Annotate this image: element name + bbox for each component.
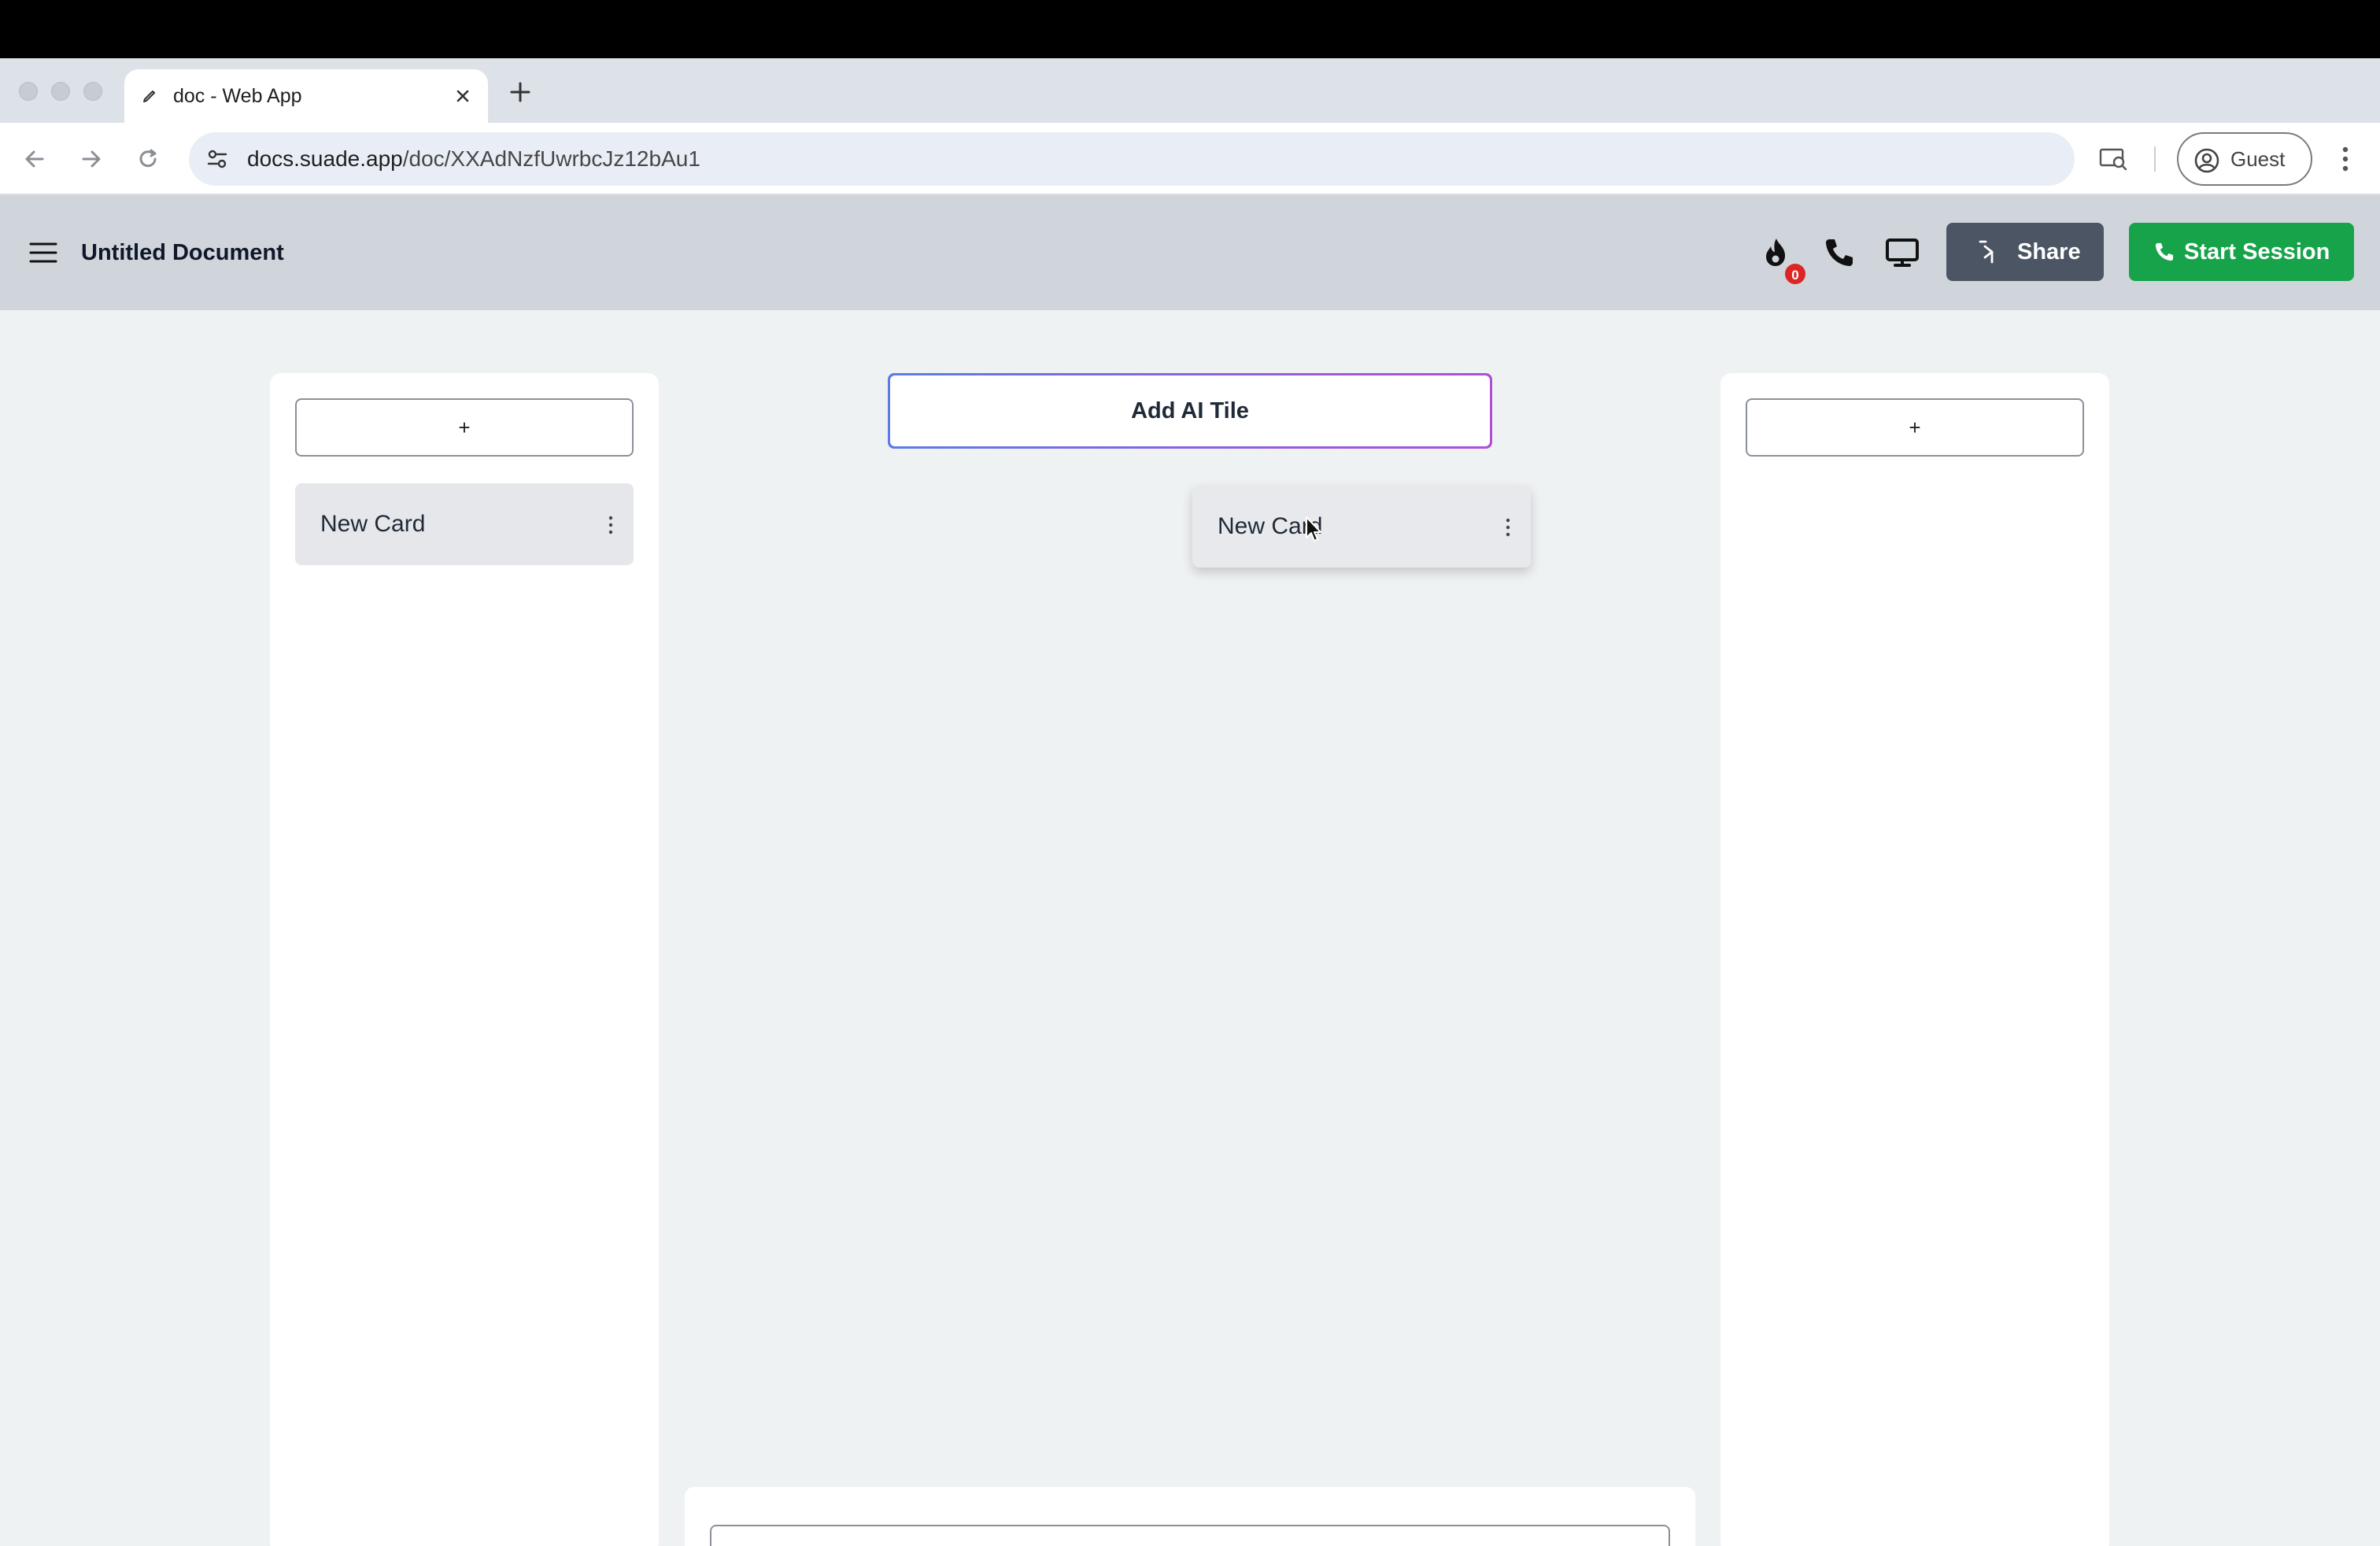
add-ai-tile-label: Add AI Tile [890,375,1490,446]
new-tab-icon[interactable] [505,77,535,107]
browser-toolbar: docs.suade.app/doc/XXAdNzfUwrbcJz12bAu1 … [0,123,2380,195]
cast-search-icon[interactable] [2098,145,2130,173]
more-vertical-icon[interactable] [607,515,615,535]
card-title: New Card [320,511,426,537]
share-arrow-icon [1976,239,2003,265]
window-minimize-control[interactable] [51,82,70,101]
phone-icon[interactable] [1821,235,1857,271]
reload-icon[interactable] [134,145,162,173]
share-label: Share [2017,239,2081,264]
url-path: /doc/XXAdNzfUwrbcJz12bAu1 [402,146,700,171]
streak-count-badge: 0 [1783,262,1807,286]
menu-icon[interactable] [28,241,58,264]
add-card-button[interactable]: + [1746,398,2084,457]
more-vertical-icon[interactable] [1504,517,1512,538]
close-icon[interactable] [452,85,474,107]
back-arrow-icon[interactable] [20,145,49,173]
start-session-button[interactable]: Start Session [2129,223,2354,281]
phone-icon [2153,240,2176,264]
share-button[interactable]: Share [1946,223,2104,281]
board-column-left: + New Card [270,373,659,1546]
url-host: docs.suade.app [247,146,403,171]
address-bar[interactable]: docs.suade.app/doc/XXAdNzfUwrbcJz12bAu1 [189,132,2075,186]
profile-button[interactable]: Guest [2177,132,2312,186]
forward-arrow-icon[interactable] [77,145,105,173]
url-text: docs.suade.app/doc/XXAdNzfUwrbcJz12bAu1 [247,132,700,186]
toolbar-divider [2154,146,2156,172]
pen-icon [140,87,159,105]
start-session-label: Start Session [2184,239,2330,264]
add-ai-tile-button[interactable]: Add AI Tile [888,373,1492,449]
dragging-card[interactable]: New Card [1192,486,1531,568]
window-zoom-control[interactable] [83,82,102,101]
monitor-icon[interactable] [1884,235,1920,271]
document-title[interactable]: Untitled Document [81,195,284,310]
mouse-pointer-icon [1305,516,1324,544]
profile-label: Guest [2230,147,2286,171]
os-menu-bar [0,0,2380,58]
add-card-button[interactable]: + [295,398,634,457]
bottom-panel [685,1487,1695,1546]
window-close-control[interactable] [19,82,38,101]
board-column-right: + [1720,373,2109,1546]
site-settings-icon[interactable] [203,145,231,173]
card[interactable]: New Card [295,483,634,565]
account-circle-icon [2193,146,2221,175]
bottom-input[interactable] [710,1525,1670,1546]
browser-menu-icon[interactable] [2334,143,2356,175]
browser-tab-active[interactable]: doc - Web App [124,69,488,123]
tab-title: doc - Web App [173,85,302,107]
